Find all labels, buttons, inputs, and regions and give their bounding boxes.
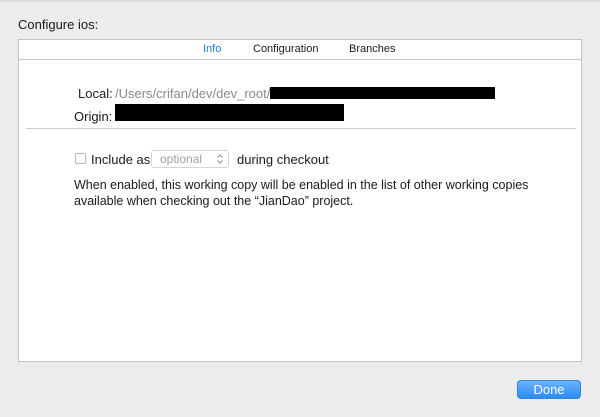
during-checkout-label: during checkout [237, 152, 329, 167]
checkout-mode-select[interactable]: optional [151, 150, 229, 168]
configure-sheet: Configure ios: Info Configuration Branch… [0, 0, 600, 417]
tab-branches[interactable]: Branches [349, 43, 395, 55]
sheet-title: Configure ios: [18, 17, 99, 32]
checkout-mode-value: optional [160, 152, 203, 166]
sheet-top-shadow [0, 0, 600, 3]
origin-url-redaction [115, 104, 344, 121]
include-checkbox[interactable] [75, 153, 86, 164]
include-description: When enabled, this working copy will be … [74, 178, 529, 208]
include-as-label: Include as [91, 152, 151, 167]
local-path-value: /Users/crifan/dev/dev_root/c [115, 86, 277, 101]
tab-info[interactable]: Info [203, 43, 221, 55]
tab-configuration[interactable]: Configuration [253, 43, 318, 55]
done-button[interactable]: Done [517, 380, 581, 399]
tab-bar: Info Configuration Branches [19, 40, 581, 60]
section-divider [26, 128, 576, 129]
up-down-chevron-icon [217, 154, 223, 164]
local-path-redaction [270, 87, 495, 99]
local-label: Local: [78, 86, 113, 101]
content-panel: Info Configuration Branches Local: /User… [18, 39, 582, 362]
origin-label: Origin: [74, 109, 113, 124]
